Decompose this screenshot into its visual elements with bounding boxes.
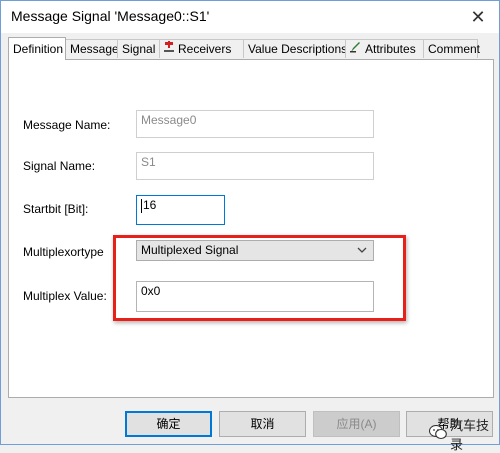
signal-name-field[interactable]: S1 <box>136 152 374 180</box>
tab-signal[interactable]: Signal <box>117 39 160 58</box>
tab-label: Signal <box>122 42 156 56</box>
startbit-field[interactable]: 16 <box>136 195 225 225</box>
cancel-button[interactable]: 取消 <box>219 411 306 437</box>
tab-label: Receivers <box>178 42 232 56</box>
message-name-label: Message Name: <box>23 118 111 132</box>
message-name-value: Message0 <box>141 113 197 127</box>
dialog-window: Message Signal 'Message0::S1' ✕ Definiti… <box>0 0 500 452</box>
ok-button[interactable]: 确定 <box>125 411 212 437</box>
signal-name-value: S1 <box>141 155 156 169</box>
close-button[interactable]: ✕ <box>463 4 493 30</box>
tab-label: Message <box>70 42 119 56</box>
highlight-annotation-box <box>113 235 406 321</box>
watermark-text: 汽车技录 <box>450 418 490 452</box>
tab-comment[interactable]: Comment <box>423 39 481 58</box>
multiplex-value-label: Multiplex Value: <box>23 289 107 303</box>
tab-attributes[interactable]: Attributes <box>345 39 424 58</box>
tab-label: Value Descriptions <box>248 42 348 56</box>
message-name-field[interactable]: Message0 <box>136 110 374 138</box>
tab-message[interactable]: Message <box>65 39 119 58</box>
ok-button-label: 确定 <box>156 417 181 431</box>
definition-panel: Message Name: Message0 Signal Name: S1 S… <box>8 59 494 398</box>
tab-label: Definition <box>13 42 64 56</box>
tab-strip: Definition Message Signal Receivers Valu… <box>8 37 494 60</box>
apply-button[interactable]: 应用(A) <box>313 411 400 437</box>
multiplexortype-label: Multiplexortype <box>23 245 104 259</box>
apply-button-label: 应用(A) <box>336 417 377 431</box>
attributes-icon <box>350 40 361 59</box>
watermark: 汽车技录 <box>428 415 499 453</box>
title-bar[interactable]: Message Signal 'Message0::S1' ✕ <box>1 1 499 33</box>
tab-label: Comment <box>428 42 481 56</box>
tab-value-descriptions[interactable]: Value Descriptions <box>243 39 348 58</box>
window-title: Message Signal 'Message0::S1' <box>11 8 210 24</box>
tab-receivers[interactable]: Receivers <box>159 39 244 58</box>
cancel-button-label: 取消 <box>250 417 275 431</box>
close-icon: ✕ <box>470 6 486 27</box>
wechat-icon <box>428 424 450 443</box>
startbit-value: 16 <box>143 198 157 212</box>
tab-label: Attributes <box>365 42 416 56</box>
startbit-label: Startbit [Bit]: <box>23 202 89 216</box>
receivers-icon <box>164 40 174 59</box>
tab-definition[interactable]: Definition <box>8 37 66 60</box>
text-caret <box>141 198 142 213</box>
signal-name-label: Signal Name: <box>23 159 96 173</box>
